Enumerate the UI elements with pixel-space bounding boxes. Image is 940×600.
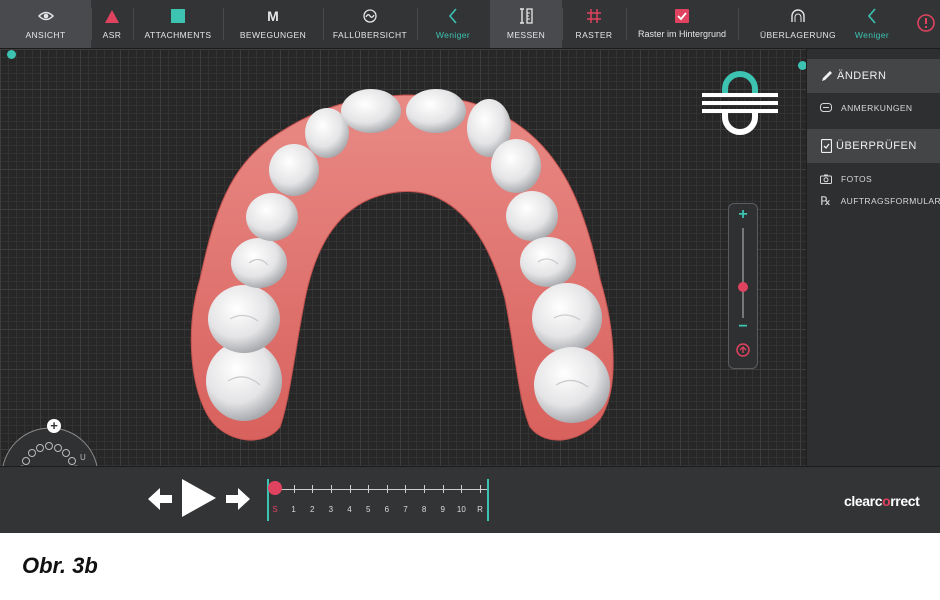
tab-bewegungen-label: BEWEGUNGEN	[239, 30, 307, 40]
overview-icon	[323, 7, 417, 25]
zoom-out-button[interactable]: −	[729, 318, 757, 336]
auftragsformular-label: AUFTRAGSFORMULAR	[840, 196, 940, 206]
zoom-slider[interactable]: + −	[728, 203, 758, 369]
tab-ansicht[interactable]: ANSICHT	[0, 0, 91, 48]
tab-asr-label: ASR	[102, 30, 122, 40]
section-ueberpruefen[interactable]: ÜBERPRÜFEN	[807, 129, 940, 163]
section-ueberpruefen-title: ÜBERPRÜFEN	[836, 140, 917, 152]
timeline-playhead[interactable]	[268, 481, 282, 495]
tab-ueberlagerung-label: ÜBERLAGERUNG	[759, 30, 837, 40]
weniger-label-right: Weniger	[854, 30, 890, 40]
square-icon	[133, 7, 223, 25]
timeline-stage-label[interactable]: S	[268, 505, 282, 514]
previous-stage-button[interactable]	[148, 487, 172, 516]
eye-icon	[0, 7, 91, 25]
timeline-stage-label[interactable]: R	[473, 505, 487, 514]
dental-arch-model	[190, 89, 614, 441]
timeline-tick	[480, 485, 481, 493]
pencil-icon	[821, 70, 833, 82]
camera-icon	[819, 174, 833, 184]
zoom-knob[interactable]	[738, 281, 748, 292]
tab-ueberlagerung[interactable]: ÜBERLAGERUNG	[752, 0, 844, 48]
tab-raster[interactable]: RASTER	[562, 0, 626, 48]
tab-messen-label: MESSEN	[506, 30, 546, 40]
timeline-tick	[312, 485, 314, 493]
anmerkungen-label: ANMERKUNGEN	[841, 103, 913, 113]
tab-raster-label: RASTER	[575, 30, 613, 40]
grid-icon	[562, 7, 626, 25]
arch-orientation-icon[interactable]	[700, 65, 780, 135]
timeline-end-bar	[487, 479, 489, 521]
section-aendern-title: ÄNDERN	[837, 70, 887, 82]
checkbox-checked-icon	[626, 7, 738, 25]
timeline-stage-label[interactable]: 6	[380, 505, 394, 514]
timeline-tick	[368, 485, 370, 493]
tab-attachments[interactable]: ATTACHMENTS	[133, 0, 223, 48]
timeline-tick	[405, 485, 407, 493]
comment-icon	[819, 102, 833, 114]
figure-caption: Obr. 3b	[22, 553, 98, 578]
timeline-tick	[424, 485, 426, 493]
chevron-left-icon	[840, 7, 904, 25]
zoom-track	[742, 228, 744, 318]
chevron-left-icon	[417, 7, 489, 25]
info-icon[interactable]	[917, 14, 935, 32]
timeline-tick	[442, 485, 444, 493]
checklist-icon	[821, 139, 832, 153]
section-aendern[interactable]: ÄNDERN	[807, 59, 940, 93]
timeline-stage-label[interactable]: 4	[343, 505, 357, 514]
arch-overlay-icon	[752, 7, 844, 25]
minimap-add-button[interactable]: +	[47, 419, 61, 433]
timeline-track	[269, 489, 487, 490]
timeline-stage-label[interactable]: 5	[361, 505, 375, 514]
tab-ansicht-label: ANSICHT	[25, 30, 66, 40]
3d-viewport[interactable]: + − + U	[0, 49, 807, 522]
triangle-icon	[91, 7, 133, 25]
play-button[interactable]	[182, 479, 216, 522]
timeline-stage-label[interactable]: 8	[417, 505, 431, 514]
minimap-label-u: U	[80, 453, 86, 462]
timeline-bar: S 1 2 3 4 5 6 7 8 9 10 R clearcorrect	[0, 466, 940, 533]
anmerkungen-item[interactable]: ANMERKUNGEN	[807, 98, 940, 118]
reset-view-icon[interactable]	[735, 342, 751, 358]
clearcorrect-logo: clearcorrect	[844, 493, 920, 509]
tab-attachments-label: ATTACHMENTS	[144, 30, 212, 40]
timeline-tick	[461, 485, 463, 493]
rx-icon: ℞	[820, 194, 832, 208]
right-panel: ÄNDERN ANMERKUNGEN ÜBERPRÜFEN FOTOS ℞ AU…	[806, 49, 940, 466]
zoom-in-button[interactable]: +	[729, 206, 757, 224]
weniger-button-left[interactable]: Weniger	[417, 0, 489, 48]
timeline-stage-label[interactable]: 7	[398, 505, 412, 514]
top-toolbar: ANSICHT ASR ATTACHMENTS M BEWEGUNGEN FAL…	[0, 0, 940, 49]
measure-icon	[490, 7, 562, 25]
next-stage-button[interactable]	[226, 487, 250, 516]
weniger-label-left: Weniger	[435, 30, 471, 40]
stage-timeline[interactable]: S 1 2 3 4 5 6 7 8 9 10 R	[262, 467, 494, 533]
timeline-tick	[386, 485, 388, 493]
raster-im-hintergrund-checkbox[interactable]: Raster im Hintergrund	[626, 0, 738, 48]
timeline-stage-label[interactable]: 9	[436, 505, 450, 514]
tab-messen[interactable]: MESSEN	[490, 0, 562, 48]
timeline-stage-label[interactable]: 10	[454, 505, 468, 514]
letter-m-icon: M	[267, 8, 279, 24]
timeline-tick	[349, 485, 351, 493]
tab-bewegungen[interactable]: M BEWEGUNGEN	[223, 0, 323, 48]
tab-falluebersicht[interactable]: FALLÜBERSICHT	[323, 0, 417, 48]
timeline-stage-label[interactable]: 2	[305, 505, 319, 514]
weniger-button-right[interactable]: Weniger	[840, 0, 904, 48]
tab-asr[interactable]: ASR	[91, 0, 133, 48]
timeline-tick	[330, 485, 332, 493]
timeline-stage-label[interactable]: 3	[324, 505, 338, 514]
raster-im-hintergrund-label: Raster im Hintergrund	[637, 29, 727, 39]
fotos-item[interactable]: FOTOS	[807, 169, 940, 189]
auftragsformular-item[interactable]: ℞ AUFTRAGSFORMULAR	[807, 191, 940, 211]
timeline-tick	[293, 485, 295, 493]
app-window: ANSICHT ASR ATTACHMENTS M BEWEGUNGEN FAL…	[0, 0, 940, 533]
tab-falluebersicht-label: FALLÜBERSICHT	[332, 30, 408, 40]
timeline-stage-label[interactable]: 1	[287, 505, 301, 514]
fotos-label: FOTOS	[841, 174, 873, 184]
